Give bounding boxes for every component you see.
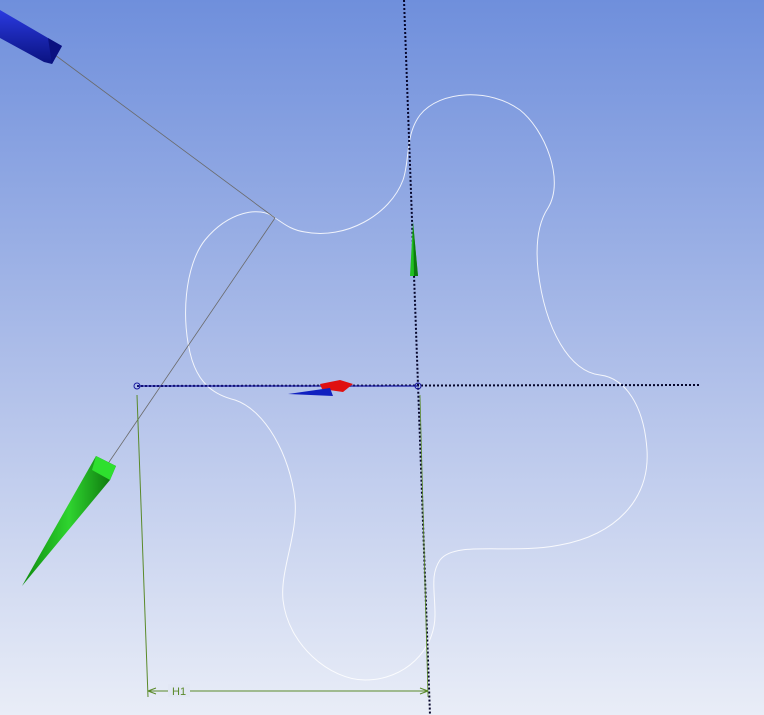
viewport-background: [0, 0, 764, 715]
graphics-viewport[interactable]: H1: [0, 0, 764, 715]
dimension-label[interactable]: H1: [172, 686, 186, 698]
3d-scene[interactable]: H1: [0, 0, 764, 715]
